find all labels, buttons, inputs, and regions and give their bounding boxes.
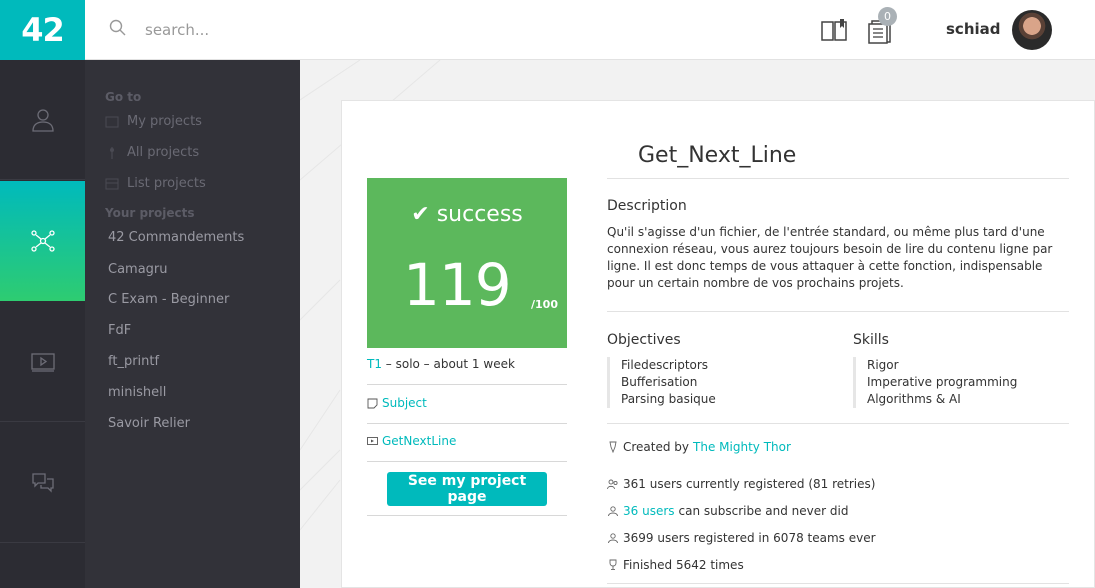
submenu-link-label: List projects <box>127 176 206 191</box>
submenu-link-label: All projects <box>127 145 200 160</box>
sidebar-project-item[interactable]: C Exam - Beginner <box>108 292 229 307</box>
submenu-link-list-projects[interactable]: List projects <box>105 176 206 191</box>
list-icon <box>105 116 119 127</box>
objectives-list: Filedescriptors Bufferisation Parsing ba… <box>607 357 716 408</box>
finished-text: Finished 5642 times <box>623 558 744 572</box>
created-prefix: Created by <box>623 440 690 454</box>
score-max: /100 <box>531 298 558 311</box>
top-bar: 42 0 schiad <box>0 0 1095 60</box>
finished-stat: Finished 5642 times <box>607 558 744 572</box>
registered-text: 361 users currently registered (81 retri… <box>623 477 876 491</box>
repo-link[interactable]: GetNextLine <box>367 434 456 448</box>
sidebar-project-item[interactable]: Savoir Relier <box>108 416 190 431</box>
network-icon <box>30 230 55 252</box>
your-projects-heading: Your projects <box>105 206 195 220</box>
chat-icon <box>31 472 54 493</box>
submenu-link-label: My projects <box>127 114 202 129</box>
status-label: ✔ success <box>367 202 567 227</box>
tier-link[interactable]: T1 <box>367 357 382 371</box>
registered-stat: 361 users currently registered (81 retri… <box>607 477 875 491</box>
subscribe-stat: 36 users can subscribe and never did <box>607 504 848 518</box>
submenu-link-all-projects[interactable]: All projects <box>105 145 199 160</box>
pin-icon <box>110 146 114 159</box>
can-subscribe-link[interactable]: 36 users <box>623 504 675 518</box>
video-icon <box>30 352 55 372</box>
meta-text: – solo – about 1 week <box>381 357 515 371</box>
user-icon <box>608 533 618 544</box>
subject-link-label: Subject <box>382 396 427 410</box>
project-card: Get_Next_Line ✔ success 119 /100 T1 – so… <box>341 100 1095 588</box>
objective-item: Bufferisation <box>621 375 698 389</box>
repo-link-label: GetNextLine <box>382 434 457 448</box>
divider <box>367 461 567 462</box>
skill-item: Imperative programming <box>867 375 1018 389</box>
score-box: ✔ success 119 /100 <box>367 178 567 348</box>
icon-rail <box>0 60 85 588</box>
description-title: Description <box>607 198 687 214</box>
objectives-title: Objectives <box>607 332 681 348</box>
table-icon <box>105 178 119 189</box>
subject-link[interactable]: Subject <box>367 396 427 410</box>
ever-registered-text: 3699 users registered in 6078 teams ever <box>623 531 876 545</box>
divider <box>607 178 1069 179</box>
skills-title: Skills <box>853 332 889 348</box>
see-project-page-button[interactable]: See my project page <box>387 472 547 506</box>
objective-item: Filedescriptors <box>621 358 709 372</box>
username[interactable]: schiad <box>946 20 1001 38</box>
project-meta: T1 – solo – about 1 week <box>367 357 515 371</box>
divider <box>367 384 567 385</box>
search-input[interactable] <box>137 16 437 44</box>
avatar[interactable] <box>1012 10 1052 50</box>
rail-item-elearning[interactable] <box>0 302 85 422</box>
search-icon <box>109 19 126 36</box>
logo-text: 42 <box>21 11 65 49</box>
description-text: Qu'il s'agisse d'un fichier, de l'entrée… <box>607 225 1053 290</box>
sidebar-project-item[interactable]: ft_printf <box>108 354 159 369</box>
check-icon: ✔ <box>411 202 430 227</box>
creator-link[interactable]: The Mighty Thor <box>693 440 791 454</box>
pen-icon <box>609 441 617 453</box>
skills-list: Rigor Imperative programming Algorithms … <box>853 357 1017 408</box>
can-subscribe-text: can subscribe and never did <box>678 504 849 518</box>
document-icon <box>367 398 378 408</box>
project-title: Get_Next_Line <box>638 143 797 168</box>
notifications-badge: 0 <box>878 7 897 26</box>
submenu-link-my-projects[interactable]: My projects <box>105 114 202 129</box>
sidebar-project-item[interactable]: minishell <box>108 385 166 400</box>
skill-item: Algorithms & AI <box>867 392 961 406</box>
divider <box>607 583 1069 584</box>
rail-item-forum[interactable] <box>0 423 85 543</box>
sidebar-project-item[interactable]: FdF <box>108 323 131 338</box>
goto-heading: Go to <box>105 90 142 104</box>
book-icon[interactable] <box>820 17 848 43</box>
objective-item: Parsing basique <box>621 392 716 406</box>
skill-item: Rigor <box>867 358 899 372</box>
rail-item-projects[interactable] <box>0 181 85 301</box>
divider <box>607 311 1069 312</box>
users-icon <box>607 479 618 490</box>
divider <box>367 423 567 424</box>
divider <box>607 423 1069 424</box>
status-text: success <box>436 202 523 227</box>
user-icon <box>608 506 618 517</box>
score-value: 119 <box>403 251 512 319</box>
ever-registered-stat: 3699 users registered in 6078 teams ever <box>607 531 876 545</box>
trophy-icon <box>609 559 617 570</box>
logo-42[interactable]: 42 <box>0 0 85 60</box>
created-by: Created by The Mighty Thor <box>607 440 791 454</box>
user-icon <box>31 108 54 132</box>
video-icon <box>367 436 378 445</box>
divider <box>367 515 567 516</box>
sidebar-project-item[interactable]: Camagru <box>108 262 168 277</box>
sidebar-project-item[interactable]: 42 Commandements <box>108 230 244 245</box>
rail-item-profile[interactable] <box>0 60 85 180</box>
projects-submenu: Go to My projects All projects List proj… <box>85 60 300 588</box>
